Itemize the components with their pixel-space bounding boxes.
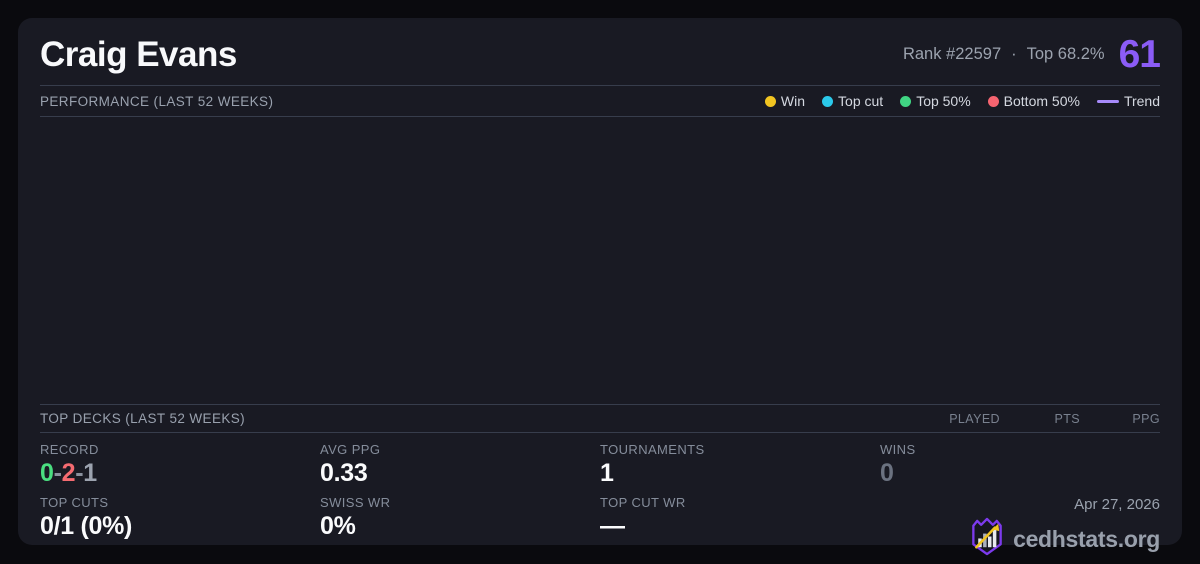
win-dot-icon (764, 95, 776, 107)
top-cut-dot-icon (822, 95, 834, 107)
rank-separator: · (1011, 45, 1017, 63)
trend-line-icon (1096, 99, 1119, 103)
deck-column-headers: PLAYED PTS PPG (920, 412, 1160, 426)
stat-tournaments-value: 1 (600, 459, 614, 487)
top-percent-text: Top 68.2% (1026, 45, 1105, 63)
legend-label: Win (780, 93, 806, 109)
stat-top-cut-wr: TOP CUT WR — (600, 495, 880, 561)
cedhstats-logo-icon (969, 517, 1005, 561)
record-wins: 0 (40, 459, 54, 487)
stat-record-label: RECORD (40, 442, 99, 457)
stat-top-cuts-label: TOP CUTS (40, 495, 109, 510)
page-title: Craig Evans (40, 34, 237, 74)
legend-label: Top 50% (916, 93, 971, 109)
stat-top-cut-wr-value: — (600, 512, 625, 540)
legend-label: Top cut (838, 93, 884, 109)
stat-swiss-wr-label: SWISS WR (320, 495, 391, 510)
record-draws: 1 (83, 459, 97, 487)
stat-top-cuts-value: 0/1 (0%) (40, 512, 133, 540)
stat-tournaments-label: TOURNAMENTS (600, 442, 705, 457)
stats-grid: RECORD 0-2-1 AVG PPG 0.33 TOURNAMENTS 1 … (40, 433, 1160, 561)
stat-record: RECORD 0-2-1 (40, 442, 320, 495)
chart-legend: Win Top cut Top 50% Bottom 50% Trend (764, 93, 1160, 109)
rank-text: Rank #22597 (902, 45, 1002, 63)
legend-item-top-50: Top 50% (900, 93, 971, 109)
stat-record-value: 0-2-1 (40, 459, 320, 488)
card-header: Craig Evans Rank #22597 · Top 68.2% 61 (40, 18, 1161, 86)
performance-header: PERFORMANCE (LAST 52 WEEKS) Win Top cut … (40, 86, 1160, 117)
stat-tournaments: TOURNAMENTS 1 (600, 442, 880, 495)
site-name: cedhstats.org (1013, 525, 1160, 552)
top-decks-section-title: TOP DECKS (LAST 52 WEEKS) (40, 411, 246, 426)
legend-item-bottom-50: Bottom 50% (987, 93, 1080, 109)
brand-row: cedhstats.org (880, 517, 1160, 561)
stat-top-cuts: TOP CUTS 0/1 (0%) (40, 495, 320, 561)
record-losses: 2 (61, 459, 76, 487)
rank-line: Rank #22597 · Top 68.2% (903, 45, 1105, 64)
performance-chart (40, 117, 1160, 405)
footer-date: Apr 27, 2026 (1074, 496, 1160, 513)
stat-swiss-wr-value: 0% (320, 512, 356, 540)
stat-top-cut-wr-label: TOP CUT WR (600, 495, 686, 510)
column-header-ppg: PPG (1132, 411, 1160, 426)
player-score: 61 (1118, 32, 1161, 76)
stat-wins-value: 0 (880, 459, 894, 487)
stat-swiss-wr: SWISS WR 0% (320, 495, 600, 561)
record-separator: - (53, 459, 62, 487)
top-50-dot-icon (900, 95, 912, 107)
stat-avg-ppg-label: AVG PPG (320, 442, 381, 457)
player-stats-card: Craig Evans Rank #22597 · Top 68.2% 61 P… (18, 18, 1182, 556)
legend-item-trend: Trend (1096, 93, 1160, 109)
legend-item-win: Win (764, 93, 806, 109)
legend-label: Trend (1123, 93, 1160, 109)
rank-area: Rank #22597 · Top 68.2% 61 (903, 32, 1161, 77)
stat-avg-ppg-value: 0.33 (320, 459, 368, 487)
stat-wins: WINS 0 (880, 442, 1160, 495)
stat-avg-ppg: AVG PPG 0.33 (320, 442, 600, 495)
top-decks-header: TOP DECKS (LAST 52 WEEKS) PLAYED PTS PPG (40, 405, 1160, 433)
legend-item-top-cut: Top cut (822, 93, 883, 109)
bottom-50-dot-icon (987, 95, 999, 107)
footer-brand-area: Apr 27, 2026 cedhstats.org (880, 495, 1160, 561)
performance-section-title: PERFORMANCE (LAST 52 WEEKS) (40, 93, 274, 109)
column-header-played: PLAYED (949, 411, 1000, 426)
legend-label: Bottom 50% (1003, 93, 1080, 109)
stat-wins-label: WINS (880, 442, 916, 457)
column-header-pts: PTS (1054, 411, 1080, 426)
